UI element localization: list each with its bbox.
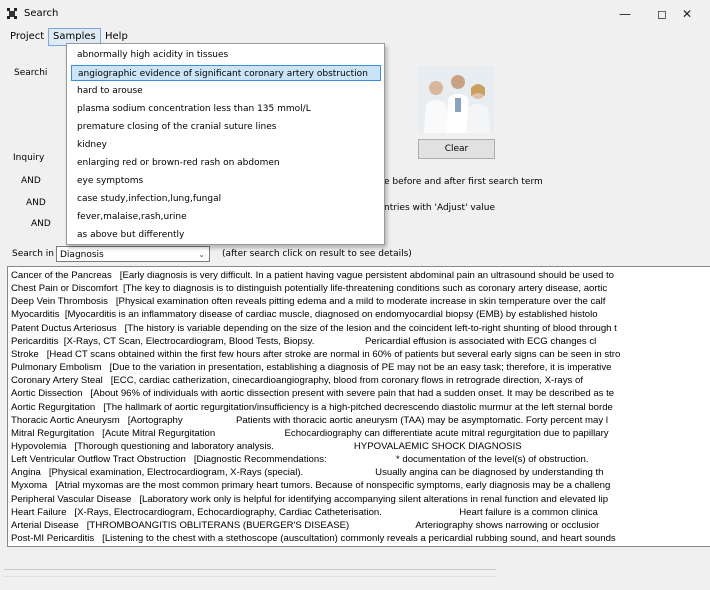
samples-menu-item[interactable]: abnormally high acidity in tissues bbox=[71, 47, 381, 63]
samples-menu-item[interactable]: as above but differently bbox=[71, 227, 381, 243]
result-row[interactable]: Aortic Regurgitation [The hallmark of ao… bbox=[11, 401, 613, 414]
and-label-3: AND bbox=[31, 219, 51, 229]
close-icon: ✕ bbox=[681, 7, 693, 21]
result-row[interactable]: Myxoma [Atrial myxomas are the most comm… bbox=[11, 479, 610, 492]
search-in-value: Diagnosis bbox=[60, 250, 104, 260]
inquiry-label: Inquiry bbox=[13, 153, 45, 163]
result-row[interactable]: Post-MI Pericarditis [Listening to the c… bbox=[11, 532, 616, 545]
samples-menu-item[interactable]: case study,infection,lung,fungal bbox=[71, 191, 381, 207]
result-row[interactable]: Thoracic Aortic Aneurysm [Aortography Pa… bbox=[11, 414, 608, 427]
result-row[interactable]: Pericarditis [X-Rays, CT Scan, Electroca… bbox=[11, 335, 596, 348]
result-row[interactable]: Peripheral Vascular Disease [Laboratory … bbox=[11, 493, 608, 506]
result-row[interactable]: Mitral Regurgitation [Acute Mitral Regur… bbox=[11, 427, 609, 440]
menu-project[interactable]: Project bbox=[6, 29, 48, 45]
doctors-image bbox=[418, 66, 494, 133]
result-row[interactable]: Cancer of the Pancreas [Early diagnosis … bbox=[11, 269, 614, 282]
adjust-note: ntries with 'Adjust' value bbox=[384, 203, 496, 213]
result-row[interactable]: Arterial Disease [THROMBOANGITIS OBLITER… bbox=[11, 519, 599, 532]
result-row[interactable]: Hypovolemia [Thorough questioning and la… bbox=[11, 440, 522, 453]
app-icon bbox=[7, 8, 17, 19]
minimize-icon: — bbox=[619, 7, 631, 21]
results-list[interactable]: Cancer of the Pancreas [Early diagnosis … bbox=[7, 266, 710, 547]
clear-button[interactable]: Clear bbox=[418, 139, 495, 159]
result-row[interactable]: Heart Failure [X-Rays, Electrocardiogram… bbox=[11, 506, 598, 519]
samples-dropdown: abnormally high acidity in tissues angiog… bbox=[66, 43, 385, 245]
samples-menu-item[interactable]: eye symptoms bbox=[71, 173, 381, 189]
result-row[interactable]: Myocarditis [Myocarditis is an inflammat… bbox=[11, 308, 598, 321]
search-in-select[interactable]: Diagnosis ⌄ bbox=[56, 246, 210, 262]
samples-menu-item[interactable]: premature closing of the cranial suture … bbox=[71, 119, 381, 135]
chevron-down-icon: ⌄ bbox=[198, 250, 205, 259]
horizontal-scrollbar[interactable] bbox=[4, 569, 496, 577]
searching-label: Searchi bbox=[14, 68, 48, 78]
and-label-1: AND bbox=[21, 176, 41, 186]
result-row[interactable]: Coronary Artery Steal [ECC, cardiac cath… bbox=[11, 374, 583, 387]
after-search-hint: (after search click on result to see det… bbox=[222, 249, 412, 259]
doctors-photo bbox=[418, 66, 494, 133]
result-row[interactable]: Patent Ductus Arteriosus [The history is… bbox=[11, 322, 617, 335]
search-in-label: Search in bbox=[12, 249, 54, 259]
before-after-note: e before and after first search term bbox=[384, 177, 543, 187]
samples-menu-item[interactable]: hard to arouse bbox=[71, 83, 381, 99]
samples-menu-item[interactable]: fever,malaise,rash,urine bbox=[71, 209, 381, 225]
samples-menu-item[interactable]: plasma sodium concentration less than 13… bbox=[71, 101, 381, 117]
window-title: Search bbox=[24, 8, 59, 19]
samples-menu-item[interactable]: kidney bbox=[71, 137, 381, 153]
result-row[interactable]: Pulmonary Embolism [Due to the variation… bbox=[11, 361, 611, 374]
and-label-2: AND bbox=[26, 198, 46, 208]
result-row[interactable]: Aortic Dissection [About 96% of individu… bbox=[11, 387, 614, 400]
samples-menu-item[interactable]: angiographic evidence of significant cor… bbox=[71, 65, 381, 81]
result-row[interactable]: Deep Vein Thrombosis [Physical examinati… bbox=[11, 295, 605, 308]
result-row[interactable]: Left Ventricular Outflow Tract Obstructi… bbox=[11, 453, 588, 466]
result-row[interactable]: Chest Pain or Discomfort [The key to dia… bbox=[11, 282, 607, 295]
samples-menu-item[interactable]: enlarging red or brown-red rash on abdom… bbox=[71, 155, 381, 171]
close-button[interactable]: ✕ bbox=[664, 0, 710, 28]
result-row[interactable]: Stroke [Head CT scans obtained within th… bbox=[11, 348, 620, 361]
result-row[interactable]: Angina [Physical examination, Electrocar… bbox=[11, 466, 603, 479]
